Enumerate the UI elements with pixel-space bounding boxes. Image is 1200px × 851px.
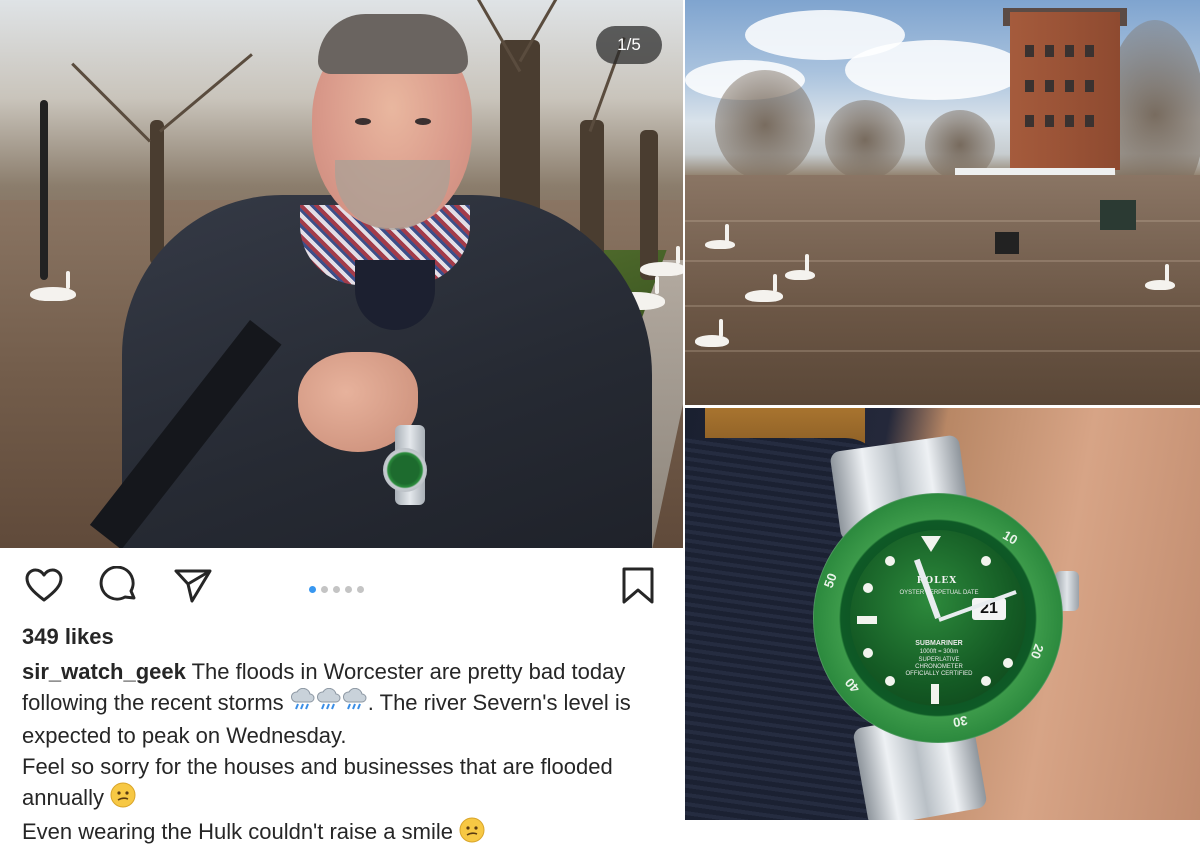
storm-cloud-icon (316, 688, 342, 720)
tree-branch (71, 62, 152, 143)
ripple (685, 350, 1200, 352)
watch-photo: 10 20 30 40 50 ROLEX OYSTER PERPETUAL DA… (685, 408, 1200, 820)
bin (995, 232, 1019, 254)
eye (355, 118, 371, 125)
nine-marker (857, 616, 877, 624)
watch-model: SUBMARINER (915, 640, 963, 647)
kiosk (1100, 200, 1136, 230)
swan (695, 319, 729, 347)
watch-dial-text: OYSTER PERPETUAL DATE (899, 590, 979, 596)
tree-trunk (150, 120, 164, 265)
swan (1145, 264, 1175, 290)
hour-marker (981, 556, 991, 566)
carousel-dot-active (309, 586, 316, 593)
bookmark-icon[interactable] (620, 566, 660, 606)
window (1065, 80, 1074, 92)
window (1085, 80, 1094, 92)
window (1045, 45, 1054, 57)
hour-marker (885, 676, 895, 686)
comment-icon[interactable] (99, 565, 139, 606)
swan (30, 271, 76, 301)
swan (745, 274, 783, 302)
ripple (685, 305, 1200, 307)
tree-branch (159, 53, 253, 133)
six-marker (931, 684, 939, 704)
storm-cloud-icon (290, 688, 316, 720)
hour-marker (863, 648, 873, 658)
carousel-indicator (309, 580, 369, 593)
carousel-dot (345, 586, 352, 593)
watch-depth: 1000ft = 300m (919, 649, 959, 655)
lamp-post (40, 100, 48, 280)
post-username[interactable]: sir_watch_geek (22, 659, 186, 684)
window (1025, 80, 1034, 92)
swan (785, 254, 815, 280)
window (1045, 80, 1054, 92)
man-hair (318, 14, 468, 74)
post-photo-main[interactable]: 1/5 (0, 0, 683, 548)
bare-tree (825, 100, 905, 180)
window (1065, 45, 1074, 57)
swan (640, 246, 683, 276)
carousel-dot (333, 586, 340, 593)
window (1025, 115, 1034, 127)
hour-marker (1003, 658, 1013, 668)
hour-marker (863, 583, 873, 593)
watch-brand: ROLEX (916, 576, 958, 586)
ripple (685, 260, 1200, 262)
twelve-marker (921, 536, 941, 552)
carousel-counter: 1/5 (596, 26, 662, 64)
storm-cloud-icon (342, 688, 368, 720)
bezel-number: 30 (951, 712, 969, 731)
caption-line-3: Even wearing the Hulk couldn't raise a s… (22, 819, 453, 845)
hour-marker (885, 556, 895, 566)
cloud (845, 40, 1025, 100)
carousel-dot (321, 586, 328, 593)
eye (415, 118, 431, 125)
tree-trunk (640, 130, 658, 280)
bare-tree (715, 70, 815, 180)
window (1085, 45, 1094, 57)
wrist-watch (383, 448, 427, 492)
confused-face-icon (459, 817, 485, 851)
confused-face-icon (110, 782, 136, 816)
hour-marker (981, 676, 991, 686)
heart-icon[interactable] (24, 566, 64, 606)
send-icon[interactable] (173, 566, 213, 606)
flood-photo (685, 0, 1200, 405)
carousel-dot (357, 586, 364, 593)
window (1065, 115, 1074, 127)
watch-cert: SUPERLATIVE CHRONOMETER OFFICIALLY CERTI… (905, 657, 973, 677)
swan (705, 224, 735, 249)
window (1085, 115, 1094, 127)
post-caption: sir_watch_geek The floods in Worcester a… (22, 656, 672, 851)
likes-count[interactable]: 349 likes (22, 624, 114, 650)
window (1025, 45, 1034, 57)
window (1045, 115, 1054, 127)
